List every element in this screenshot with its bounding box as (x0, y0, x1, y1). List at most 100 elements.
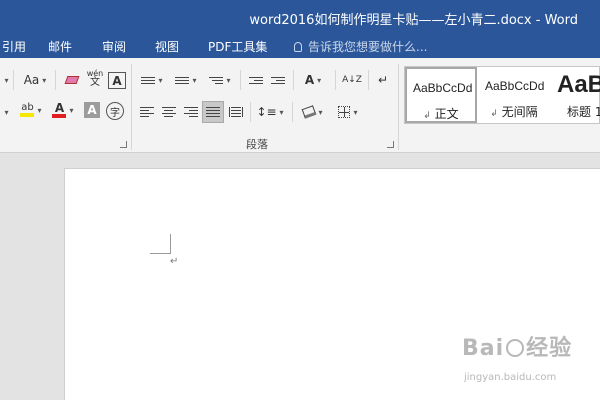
tab-mailings[interactable]: 邮件 (48, 38, 72, 55)
style-name: 无间隔 (501, 105, 538, 119)
decrease-indent-icon (249, 76, 263, 84)
font-dialog-launcher-icon[interactable] (120, 141, 127, 148)
tab-pdf-tools[interactable]: PDF工具集 (208, 38, 267, 55)
separator (250, 102, 251, 122)
character-shading-icon: A (87, 103, 97, 117)
align-left-icon (140, 107, 154, 117)
separator (293, 70, 294, 90)
lightbulb-icon (294, 42, 302, 52)
group-separator (398, 64, 399, 150)
style-name: 标题 1 (567, 105, 600, 119)
tell-me-placeholder: 告诉我您想要做什么... (308, 40, 428, 54)
baidu-watermark: Bai 经验 jingyan.baidu.com (462, 330, 573, 383)
align-center-icon (162, 107, 176, 117)
separator (335, 70, 336, 90)
chevron-down-icon: ▾ (42, 75, 47, 85)
increase-indent-button[interactable] (268, 70, 288, 90)
distributed-button[interactable] (227, 102, 245, 122)
watermark-brand-2: 经验 (526, 336, 573, 361)
paragraph-mark-icon: ↲ (490, 109, 498, 119)
bullets-button[interactable]: ▾ (138, 70, 166, 90)
window-title: word2016如何制作明星卡贴——左小青二.docx - Word (249, 13, 578, 28)
paragraph-dialog-launcher-icon[interactable] (387, 141, 394, 148)
style-normal[interactable]: AaBbCcDd ↲ 正文 (405, 67, 477, 123)
paw-icon (506, 339, 525, 357)
distributed-icon (229, 107, 243, 117)
change-case-button[interactable]: Aa ▾ (20, 70, 50, 90)
highlighter-icon: ab (20, 103, 35, 117)
text-effects-dropdown[interactable]: ▾ (0, 102, 10, 122)
enclose-characters-icon: 字 (110, 107, 120, 119)
multilevel-list-icon (209, 76, 224, 84)
chevron-down-icon: ▾ (37, 105, 42, 115)
sort-button[interactable]: A↓Z (340, 70, 364, 90)
watermark-url: jingyan.baidu.com (464, 372, 557, 383)
chevron-down-icon: ▾ (318, 107, 323, 117)
chevron-down-icon: ▾ (69, 105, 74, 115)
font-color-button[interactable]: A ▾ (50, 100, 76, 120)
style-preview: AaBl (557, 71, 600, 98)
paint-bucket-icon (302, 105, 317, 119)
phonetic-guide-button[interactable]: wén 文 (84, 68, 106, 88)
highlight-color-button[interactable]: ab ▾ (16, 100, 46, 120)
separator (240, 70, 241, 90)
align-right-icon (184, 107, 198, 117)
chinese-layout-icon: A (304, 73, 315, 87)
style-no-spacing[interactable]: AaBbCcDd ↲ 无间隔 (479, 67, 549, 123)
paragraph-mark-icon: ↵ (377, 73, 389, 87)
bullets-icon (141, 76, 156, 84)
title-bar: word2016如何制作明星卡贴——左小青二.docx - Word (0, 0, 600, 34)
enclose-characters-button[interactable]: 字 (106, 102, 124, 120)
justify-button[interactable] (202, 101, 224, 123)
paragraph-mark-icon: ↲ (423, 111, 431, 121)
group-separator (131, 64, 132, 150)
separator (55, 70, 56, 90)
align-right-button[interactable] (182, 102, 200, 122)
show-hide-marks-button[interactable]: ↵ (374, 70, 392, 90)
paragraph-mark: ↵ (170, 256, 179, 267)
ribbon-tabs: 引用 邮件 审阅 视图 PDF工具集 告诉我您想要做什么... (0, 34, 600, 58)
tab-review[interactable]: 审阅 (102, 38, 126, 55)
tell-me-box[interactable]: 告诉我您想要做什么... (294, 38, 427, 55)
character-border-icon: A (112, 73, 122, 88)
tab-references[interactable]: 引用 (2, 38, 26, 55)
margin-corner-mark (170, 234, 171, 253)
clear-formatting-button[interactable] (62, 70, 82, 90)
change-case-icon: Aa (23, 73, 40, 87)
character-border-button[interactable]: A (108, 72, 126, 89)
style-name: 正文 (434, 107, 459, 121)
tab-view[interactable]: 视图 (155, 38, 179, 55)
numbering-icon (175, 76, 190, 84)
styles-gallery: AaBbCcDd ↲ 正文 AaBbCcDd ↲ 无间隔 AaBl 标题 1 (404, 66, 600, 124)
borders-icon (338, 106, 351, 118)
separator (292, 102, 293, 122)
chinese-layout-button[interactable]: A ▾ (298, 70, 328, 90)
style-preview: AaBbCcDd (485, 79, 545, 93)
chevron-down-icon: ▾ (279, 107, 284, 117)
paragraph-group-label: 段落 (246, 138, 268, 151)
style-heading-1[interactable]: AaBl 标题 1 (551, 67, 600, 123)
multilevel-list-button[interactable]: ▾ (206, 70, 234, 90)
decrease-indent-button[interactable] (246, 70, 266, 90)
line-spacing-icon: ↕≡ (256, 105, 277, 119)
shading-button[interactable]: ▾ (298, 102, 328, 122)
watermark-brand: Bai (462, 336, 505, 361)
separator (368, 70, 369, 90)
justify-icon (206, 107, 220, 117)
align-left-button[interactable] (138, 102, 156, 122)
character-shading-button[interactable]: A (84, 102, 100, 118)
font-size-dropdown[interactable]: ▾ (0, 70, 10, 90)
separator (13, 70, 14, 90)
borders-button[interactable]: ▾ (334, 102, 362, 122)
increase-indent-icon (271, 76, 285, 84)
style-preview: AaBbCcDd (413, 81, 473, 95)
line-spacing-button[interactable]: ↕≡ ▾ (255, 102, 285, 122)
document-page[interactable] (64, 168, 600, 400)
sort-icon: A↓Z (342, 75, 362, 85)
margin-corner-mark (150, 253, 171, 254)
chevron-down-icon: ▾ (317, 75, 322, 85)
chevron-down-icon: ▾ (353, 107, 358, 117)
numbering-button[interactable]: ▾ (172, 70, 200, 90)
align-center-button[interactable] (160, 102, 178, 122)
font-color-icon: A (52, 102, 67, 118)
